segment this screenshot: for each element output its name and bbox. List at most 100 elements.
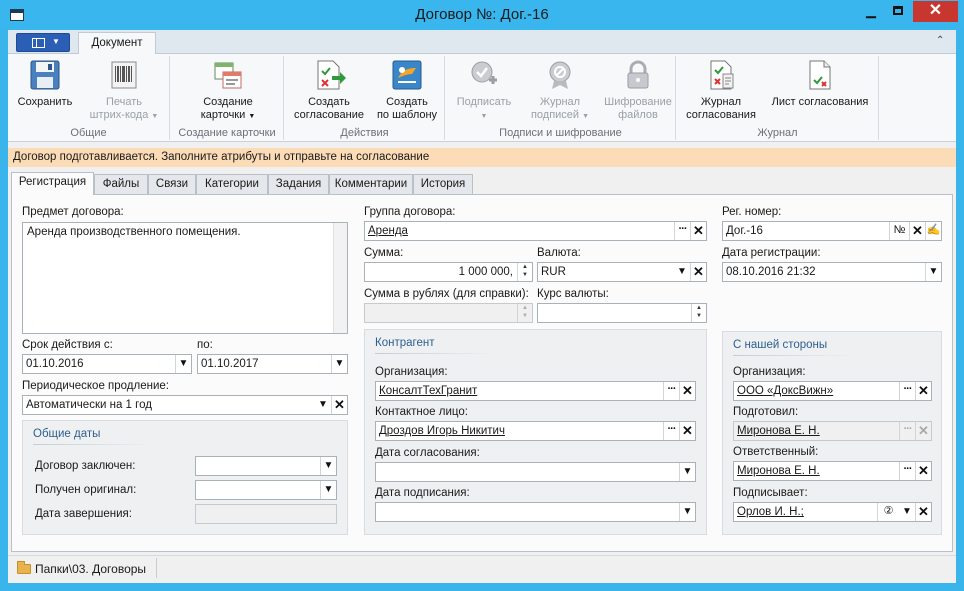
valid-to-field[interactable]: 01.10.2017 ▼: [197, 354, 348, 374]
rate-field[interactable]: ▲ ▼: [537, 303, 707, 323]
print-barcode-label: Печать штрих-кода: [89, 96, 149, 121]
chevron-down-icon[interactable]: ▼: [175, 355, 191, 373]
more-icon[interactable]: ···: [663, 422, 679, 440]
concluded-date-field[interactable]: ▼: [195, 456, 337, 476]
our-org-field[interactable]: ООО «ДоксВижн» ··· ✕: [733, 381, 932, 401]
more-icon[interactable]: ···: [674, 222, 690, 240]
chevron-down-icon: ▼: [52, 37, 60, 46]
clear-icon[interactable]: ✕: [909, 222, 925, 240]
tab-history[interactable]: История: [413, 174, 473, 194]
print-barcode-button[interactable]: Печать штрих-кода ▼: [84, 58, 164, 123]
more-icon[interactable]: ···: [663, 382, 679, 400]
signature-log-button[interactable]: Журнал подписей ▼: [522, 58, 598, 123]
ribbon-tab-strip: ▼ Документ ⌃: [8, 30, 956, 55]
tab-tasks[interactable]: Задания: [268, 174, 329, 194]
sign-label: Подписать: [456, 96, 512, 108]
title-bar[interactable]: Договор №: Дог.-16 ▁ ✕: [0, 0, 964, 30]
sign-date-field[interactable]: ▼: [375, 502, 696, 522]
floppy-disk-icon: [30, 60, 60, 90]
window-client: ▼ Документ ⌃ Сохранить Печать штрих-кода…: [8, 30, 956, 583]
ribbon: Сохранить Печать штрих-кода ▼ Общие Созд…: [8, 54, 956, 142]
folder-icon: [17, 561, 31, 574]
chevron-down-icon[interactable]: ▼: [899, 503, 915, 521]
renewal-field[interactable]: Автоматически на 1 год ▼ ✕: [22, 395, 348, 415]
counterparty-org-label: Организация:: [375, 366, 448, 378]
signature-log-label: Журнал подписей: [530, 96, 581, 121]
ribbon-group-journal: Журнал согласования Лист согласования Жу…: [677, 56, 879, 140]
tab-categories[interactable]: Категории: [196, 174, 268, 194]
approval-date-field[interactable]: ▼: [375, 462, 696, 482]
amount-spinner[interactable]: ▲ ▼: [517, 263, 532, 281]
responsible-value: Миронова Е. Н.: [737, 465, 820, 477]
clear-icon[interactable]: ✕: [679, 422, 695, 440]
window-title: Договор №: Дог.-16: [415, 6, 549, 23]
encrypt-files-button[interactable]: Шифрование файлов: [602, 58, 674, 122]
pen-icon[interactable]: ✍: [925, 222, 941, 240]
rate-spinner[interactable]: ▲ ▼: [691, 304, 706, 322]
clear-icon[interactable]: ✕: [690, 263, 706, 281]
folder-path-link[interactable]: Папки\03. Договоры: [35, 562, 146, 576]
chevron-down-icon[interactable]: ▼: [331, 355, 347, 373]
reg-date-field[interactable]: 08.10.2016 21:32 ▼: [722, 262, 942, 282]
approval-log-button[interactable]: Журнал согласования: [681, 58, 761, 122]
subject-textarea[interactable]: Аренда производственного помещения.: [22, 222, 348, 334]
currency-field[interactable]: RUR ▼ ✕: [537, 262, 707, 282]
valid-to-label: по:: [197, 339, 213, 351]
create-approval-label: Создать согласование: [294, 96, 364, 121]
number-sign-button[interactable]: №: [889, 222, 909, 240]
counterparty-org-field[interactable]: КонсалтТехГранит ··· ✕: [375, 381, 696, 401]
clear-icon[interactable]: ✕: [915, 382, 931, 400]
create-card-button[interactable]: Создание карточки ▼: [185, 58, 271, 123]
approval-sheet-button[interactable]: Лист согласования: [767, 58, 873, 109]
contact-field[interactable]: Дроздов Игорь Никитич ··· ✕: [375, 421, 696, 441]
chevron-down-icon[interactable]: ▼: [315, 396, 331, 414]
more-icon[interactable]: ···: [899, 462, 915, 480]
save-button[interactable]: Сохранить: [12, 58, 78, 109]
collapse-ribbon-icon[interactable]: ⌃: [936, 35, 944, 46]
amount-field[interactable]: 1 000 000, ▲ ▼: [364, 262, 533, 282]
clear-icon: ✕: [915, 422, 931, 440]
more-icon[interactable]: ···: [899, 382, 915, 400]
responsible-field[interactable]: Миронова Е. Н. ··· ✕: [733, 461, 932, 481]
currency-value: RUR: [541, 266, 566, 278]
chevron-down-icon[interactable]: ▼: [674, 263, 690, 281]
signer-field[interactable]: Орлов И. Н.; ② ▼ ✕: [733, 502, 932, 522]
minimize-button[interactable]: ▁: [858, 1, 884, 22]
chevron-down-icon[interactable]: ▼: [320, 481, 336, 499]
create-card-icon: [214, 62, 242, 89]
more-icon: ···: [899, 422, 915, 440]
tab-links[interactable]: Связи: [148, 174, 196, 194]
chevron-down-icon[interactable]: ▼: [925, 263, 941, 281]
signer-count-badge[interactable]: ②: [877, 503, 899, 521]
ribbon-tab-document[interactable]: Документ: [78, 32, 156, 55]
clear-icon[interactable]: ✕: [915, 503, 931, 521]
valid-from-field[interactable]: 01.10.2016 ▼: [22, 354, 192, 374]
clear-icon[interactable]: ✕: [331, 396, 347, 414]
tab-registration[interactable]: Регистрация: [11, 172, 94, 195]
group-field[interactable]: Аренда ··· ✕: [364, 221, 707, 241]
clear-icon[interactable]: ✕: [690, 222, 706, 240]
sign-button[interactable]: Подписать ▼: [452, 58, 516, 123]
amount-label: Сумма:: [364, 247, 404, 259]
create-approval-button[interactable]: Создать согласование: [291, 58, 367, 122]
close-button[interactable]: ✕: [913, 1, 958, 22]
prepared-value: Миронова Е. Н.: [737, 425, 820, 437]
approval-document-icon: [317, 60, 346, 90]
chevron-down-icon[interactable]: ▼: [679, 503, 695, 521]
application-menu-button[interactable]: ▼: [16, 33, 70, 52]
tab-files[interactable]: Файлы: [94, 174, 148, 194]
tab-comments[interactable]: Комментарии: [329, 174, 413, 194]
maximize-button[interactable]: [885, 1, 911, 22]
reg-number-field[interactable]: Дог.-16 № ✕ ✍: [722, 221, 942, 241]
chevron-down-icon[interactable]: ▼: [679, 463, 695, 481]
original-received-field[interactable]: ▼: [195, 480, 337, 500]
clear-icon[interactable]: ✕: [915, 462, 931, 480]
chevron-down-icon[interactable]: ▼: [320, 457, 336, 475]
clear-icon[interactable]: ✕: [679, 382, 695, 400]
prepared-label: Подготовил:: [733, 406, 799, 418]
create-from-template-button[interactable]: Создать по шаблону: [373, 58, 441, 122]
rub-amount-label: Сумма в рублях (для справки):: [364, 288, 529, 300]
textarea-scrollbar[interactable]: [333, 223, 347, 333]
currency-label: Валюта:: [537, 247, 581, 259]
group-value: Аренда: [368, 225, 408, 237]
